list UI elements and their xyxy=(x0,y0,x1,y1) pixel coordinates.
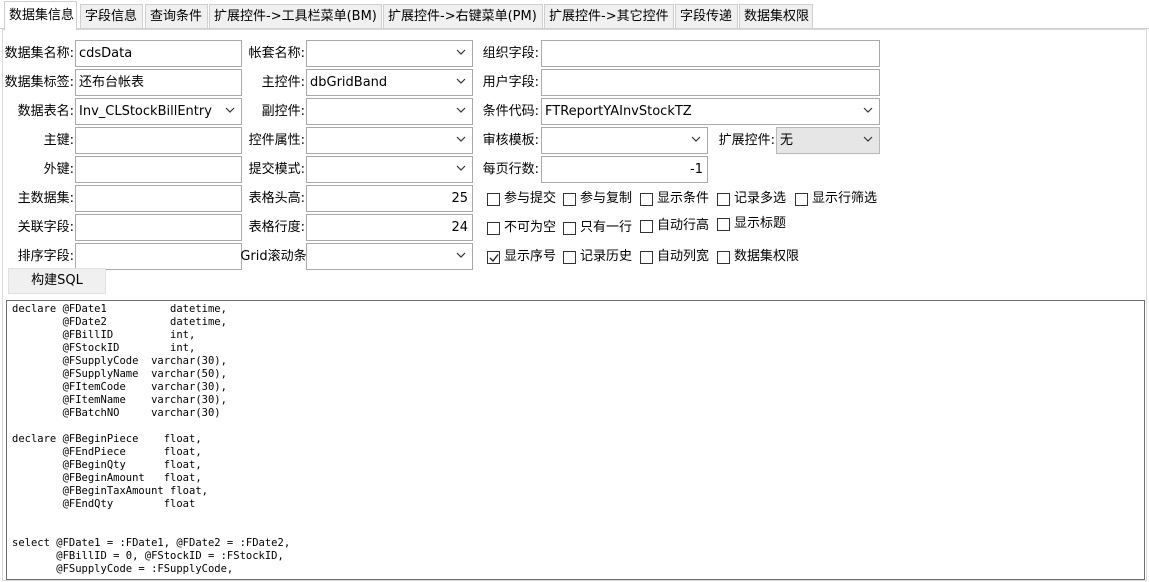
audit-template-label: 审核模板: xyxy=(482,133,539,148)
chevron-down-icon xyxy=(863,136,873,144)
checkbox-box[interactable] xyxy=(563,251,576,264)
dataset-name-field[interactable]: cdsData xyxy=(75,40,242,67)
ext-control-value: 无 xyxy=(780,133,794,148)
foreign-key-label: 外键: xyxy=(43,162,74,177)
chevron-down-icon xyxy=(456,136,466,144)
grid-header-height-field[interactable]: 25 xyxy=(306,185,473,212)
chevron-down-icon xyxy=(225,107,235,115)
chevron-down-icon xyxy=(691,136,701,144)
org-field-label: 组织字段: xyxy=(482,46,539,61)
main-control-select[interactable]: dbGridBand xyxy=(306,69,473,96)
ext-control-label: 扩展控件: xyxy=(718,133,775,148)
submit-mode-label: 提交模式: xyxy=(248,162,305,177)
main-control-label: 主控件: xyxy=(261,75,305,90)
tab-query-conditions[interactable]: 查询条件 xyxy=(145,4,208,29)
table-name-select[interactable]: Inv_CLStockBillEntry xyxy=(75,98,242,125)
checkbox-box[interactable] xyxy=(487,222,500,235)
checkbox-box[interactable] xyxy=(487,251,500,264)
tab-dataset-info[interactable]: 数据集信息 xyxy=(4,1,77,30)
ext-control-select[interactable]: 无 xyxy=(776,127,880,154)
dataset-tag-field[interactable]: 还布台帐表 xyxy=(75,69,242,96)
sort-field-field[interactable] xyxy=(75,243,242,270)
checkbox-box[interactable] xyxy=(563,222,576,235)
grid-row-height-field[interactable]: 24 xyxy=(306,214,473,241)
link-field-label: 关联字段: xyxy=(17,220,74,235)
audit-template-select[interactable] xyxy=(541,127,708,154)
grid-header-height-label: 表格头高: xyxy=(248,191,305,206)
master-dataset-field[interactable] xyxy=(75,185,242,212)
user-field-field[interactable] xyxy=(541,69,880,96)
sql-text: declare @FDate1 datetime, @FDate2 dateti… xyxy=(12,303,291,575)
user-field-label: 用户字段: xyxy=(482,75,539,90)
tab-ext-toolbar-menu[interactable]: 扩展控件->工具栏菜单(BM) xyxy=(209,4,382,29)
tab-field-transfer[interactable]: 字段传递 xyxy=(675,4,738,29)
checkmark-icon xyxy=(489,254,499,263)
submit-mode-select[interactable] xyxy=(306,156,473,183)
chevron-down-icon xyxy=(456,49,466,57)
dataset-name-label: 数据集名称: xyxy=(4,46,74,61)
sql-editor[interactable]: declare @FDate1 datetime, @FDate2 dateti… xyxy=(6,300,1145,580)
condition-code-select[interactable]: FTReportYAInvStockTZ xyxy=(541,98,880,125)
sub-control-select[interactable] xyxy=(306,98,473,125)
tab-dataset-permissions[interactable]: 数据集权限 xyxy=(739,4,813,29)
checkbox-box[interactable] xyxy=(563,193,576,206)
link-field-field[interactable] xyxy=(75,214,242,241)
chevron-down-icon xyxy=(863,107,873,115)
checkbox-box[interactable] xyxy=(640,251,653,264)
checkbox-box[interactable] xyxy=(640,193,653,206)
tab-ext-context-menu[interactable]: 扩展控件->右键菜单(PM) xyxy=(383,4,543,29)
primary-key-label: 主键: xyxy=(43,133,74,148)
condition-code-value: FTReportYAInvStockTZ xyxy=(545,104,692,119)
foreign-key-field[interactable] xyxy=(75,156,242,183)
table-name-label: 数据表名: xyxy=(17,104,74,119)
grid-row-height-label: 表格行度: xyxy=(248,220,305,235)
sub-control-label: 副控件: xyxy=(261,104,305,119)
org-field-field[interactable] xyxy=(541,40,880,67)
checkbox-box[interactable] xyxy=(717,193,730,206)
primary-key-field[interactable] xyxy=(75,127,242,154)
checkbox-box[interactable] xyxy=(487,193,500,206)
table-name-value: Inv_CLStockBillEntry xyxy=(79,104,212,119)
chevron-down-icon xyxy=(456,252,466,260)
chevron-down-icon xyxy=(456,165,466,173)
build-sql-button[interactable]: 构建SQL xyxy=(8,268,106,294)
checkbox-box[interactable] xyxy=(717,218,730,231)
grid-scrollbar-label: Grid滚动条: xyxy=(240,249,311,264)
account-name-label: 帐套名称: xyxy=(248,46,305,61)
account-name-select[interactable] xyxy=(306,40,473,67)
condition-code-label: 条件代码: xyxy=(482,104,539,119)
tab-field-info[interactable]: 字段信息 xyxy=(80,4,143,29)
checkbox-box[interactable] xyxy=(717,251,730,264)
chevron-down-icon xyxy=(456,78,466,86)
chevron-down-icon xyxy=(456,107,466,115)
rows-per-page-label: 每页行数: xyxy=(482,162,539,177)
dataset-tag-label: 数据集标签: xyxy=(4,75,74,90)
rows-per-page-field[interactable]: -1 xyxy=(541,156,708,183)
main-control-value: dbGridBand xyxy=(310,75,388,90)
tab-ext-other-controls[interactable]: 扩展控件->其它控件 xyxy=(544,4,674,29)
checkbox-box[interactable] xyxy=(795,193,808,206)
control-props-label: 控件属性: xyxy=(248,133,305,148)
master-dataset-label: 主数据集: xyxy=(17,191,74,206)
control-props-select[interactable] xyxy=(306,127,473,154)
grid-scrollbar-select[interactable] xyxy=(306,243,473,270)
tab-strip: 数据集信息 字段信息 查询条件 扩展控件->工具栏菜单(BM) 扩展控件->右键… xyxy=(0,0,1149,30)
checkbox-box[interactable] xyxy=(640,220,653,233)
dataset-info-panel: 数据集名称: cdsData 数据集标签: 还布台帐表 数据表名: Inv_CL… xyxy=(2,29,1147,581)
sort-field-label: 排序字段: xyxy=(17,249,74,264)
